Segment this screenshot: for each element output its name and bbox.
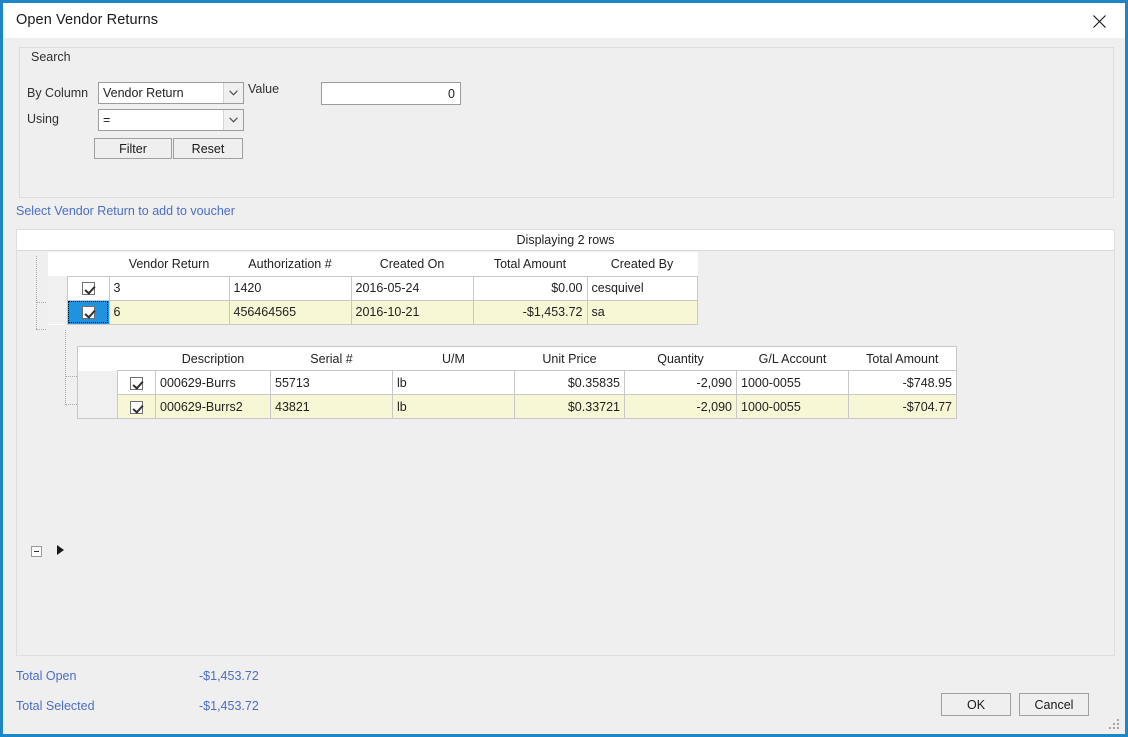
open-vendor-returns-dialog: Open Vendor Returns Search By Column Ven…	[0, 0, 1128, 737]
current-row-indicator-icon	[57, 545, 64, 555]
detail-cell-gl-account[interactable]: 1000-0055	[736, 370, 849, 395]
detail-cell-um[interactable]: lb	[392, 370, 515, 395]
row-checkbox-cell-selected[interactable]	[66, 299, 110, 325]
cell-vendor-return[interactable]: 6	[108, 299, 230, 325]
tree-connector-child-h	[65, 376, 77, 377]
cancel-button[interactable]: Cancel	[1019, 693, 1089, 716]
cell-total-amount[interactable]: $0.00	[472, 275, 588, 301]
window-title: Open Vendor Returns	[16, 12, 159, 28]
tree-connector-vertical	[36, 256, 37, 329]
column-header-created-on[interactable]: Created On	[351, 252, 473, 277]
value-label: Value	[248, 82, 280, 96]
detail-table-row[interactable]: 000629-Burrs 55713 lb $0.35835 -2,090 10…	[77, 370, 957, 395]
search-legend: Search	[27, 50, 75, 64]
detail-cell-unit-price[interactable]: $0.33721	[514, 394, 625, 419]
total-selected-label: Total Selected	[16, 699, 95, 713]
detail-header-row: Description Serial # U/M Unit Price Quan…	[77, 346, 957, 371]
using-value: =	[103, 113, 111, 127]
title-bar: Open Vendor Returns	[3, 0, 1125, 38]
detail-cell-um[interactable]: lb	[392, 394, 515, 419]
instruction-label: Select Vendor Return to add to voucher	[16, 204, 235, 218]
cell-authorization[interactable]: 1420	[228, 275, 352, 301]
detail-cell-description[interactable]: 000629-Burrs	[155, 370, 271, 395]
detail-row-header[interactable]	[77, 370, 118, 395]
header-checkbox-col	[67, 252, 109, 276]
total-open-label: Total Open	[16, 669, 77, 683]
chevron-down-icon[interactable]	[223, 83, 243, 103]
detail-column-header-total-amount[interactable]: Total Amount	[848, 346, 957, 371]
by-column-label: By Column	[27, 86, 89, 100]
row-header[interactable]	[48, 276, 68, 300]
detail-column-header-quantity[interactable]: Quantity	[624, 346, 737, 371]
cell-created-by[interactable]: cesquivel	[586, 275, 698, 301]
tree-connector-child-h2	[65, 404, 77, 405]
grid-row-count: Displaying 2 rows	[17, 230, 1114, 251]
tree-connector-horizontal-2	[36, 329, 46, 330]
checkbox-icon[interactable]	[130, 400, 143, 414]
detail-row-header[interactable]	[77, 394, 118, 419]
detail-cell-total-amount[interactable]: -$748.95	[848, 370, 957, 395]
detail-column-header-serial[interactable]: Serial #	[270, 346, 393, 371]
resize-grip-icon[interactable]	[1108, 718, 1121, 731]
detail-row-checkbox-cell[interactable]	[117, 370, 156, 395]
table-row[interactable]: 6 456464565 2016-10-21 -$1,453.72 sa	[48, 299, 698, 325]
filter-button[interactable]: Filter	[94, 138, 172, 159]
by-column-select[interactable]: Vendor Return	[98, 82, 244, 104]
cell-created-on[interactable]: 2016-05-24	[350, 275, 474, 301]
search-value-input[interactable]	[321, 82, 461, 105]
tree-connector-child	[65, 330, 66, 405]
chevron-down-icon[interactable]	[223, 110, 243, 130]
cell-vendor-return[interactable]: 3	[108, 275, 230, 301]
detail-table-row[interactable]: 000629-Burrs2 43821 lb $0.33721 -2,090 1…	[77, 394, 957, 419]
detail-column-header-gl-account[interactable]: G/L Account	[736, 346, 849, 371]
detail-cell-total-amount[interactable]: -$704.77	[848, 394, 957, 419]
detail-cell-unit-price[interactable]: $0.35835	[514, 370, 625, 395]
tree-connector-horizontal	[36, 302, 46, 303]
checkbox-icon[interactable]	[130, 376, 143, 390]
checkbox-icon[interactable]	[81, 282, 95, 296]
detail-cell-serial[interactable]: 43821	[270, 394, 393, 419]
expand-collapse-icon[interactable]	[31, 546, 42, 557]
column-header-vendor-return[interactable]: Vendor Return	[109, 252, 229, 277]
by-column-value: Vendor Return	[103, 86, 184, 100]
grid-panel: Displaying 2 rows Vendor Return Authoriz…	[16, 229, 1115, 656]
cell-authorization[interactable]: 456464565	[228, 299, 352, 325]
detail-row-checkbox-cell[interactable]	[117, 394, 156, 419]
detail-header-checkbox-col	[117, 346, 156, 371]
detail-cell-serial[interactable]: 55713	[270, 370, 393, 395]
total-selected-value: -$1,453.72	[199, 699, 259, 713]
cell-created-on[interactable]: 2016-10-21	[350, 299, 474, 325]
detail-cell-gl-account[interactable]: 1000-0055	[736, 394, 849, 419]
column-header-authorization[interactable]: Authorization #	[229, 252, 351, 277]
vendor-returns-table: Vendor Return Authorization # Created On…	[48, 252, 698, 325]
cell-total-amount[interactable]: -$1,453.72	[472, 299, 588, 325]
column-header-total-amount[interactable]: Total Amount	[473, 252, 587, 277]
table-row[interactable]: 3 1420 2016-05-24 $0.00 cesquivel	[48, 275, 698, 301]
header-corner	[48, 252, 67, 276]
column-header-created-by[interactable]: Created By	[587, 252, 697, 277]
detail-cell-quantity[interactable]: -2,090	[624, 370, 737, 395]
reset-button[interactable]: Reset	[173, 138, 243, 159]
table-header-row: Vendor Return Authorization # Created On…	[48, 252, 697, 277]
detail-cell-quantity[interactable]: -2,090	[624, 394, 737, 419]
detail-column-header-unit-price[interactable]: Unit Price	[514, 346, 625, 371]
ok-button[interactable]: OK	[941, 693, 1011, 716]
total-open-value: -$1,453.72	[199, 669, 259, 683]
using-select[interactable]: =	[98, 109, 244, 131]
using-label: Using	[27, 112, 59, 126]
row-checkbox-cell[interactable]	[66, 275, 110, 301]
detail-cell-description[interactable]: 000629-Burrs2	[155, 394, 271, 419]
close-icon[interactable]	[1077, 6, 1121, 36]
vendor-return-lines-table: Description Serial # U/M Unit Price Quan…	[77, 346, 957, 419]
cell-created-by[interactable]: sa	[586, 299, 698, 325]
row-header-selected[interactable]	[48, 300, 68, 324]
detail-column-header-description[interactable]: Description	[155, 346, 271, 371]
checkbox-icon[interactable]	[81, 306, 95, 320]
detail-header-corner	[77, 346, 118, 371]
detail-column-header-um[interactable]: U/M	[392, 346, 515, 371]
